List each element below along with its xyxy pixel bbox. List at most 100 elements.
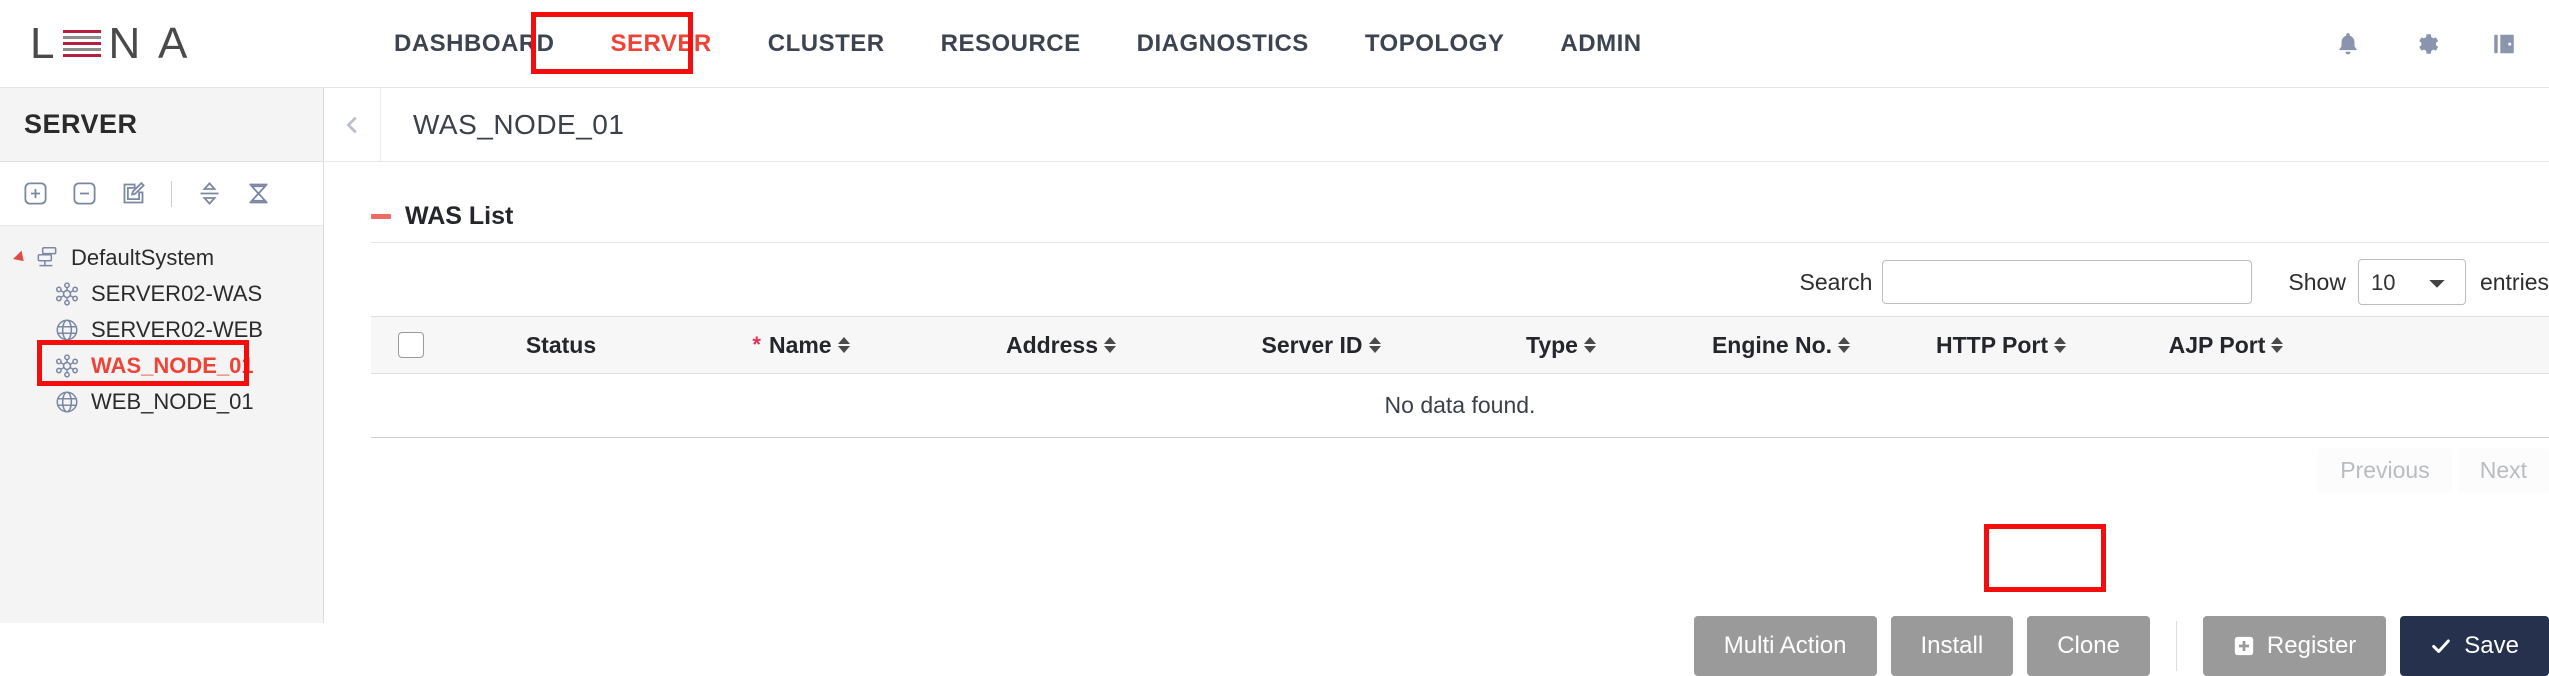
column-header-ajp-port[interactable]: AJP Port <box>2111 332 2341 359</box>
tree-item-web-node-01[interactable]: WEB_NODE_01 <box>0 384 323 420</box>
main-navigation: DASHBOARD SERVER CLUSTER RESOURCE DIAGNO… <box>366 0 1670 88</box>
column-label: Status <box>525 331 597 358</box>
sort-icon[interactable] <box>1368 337 1381 353</box>
top-bar: L N A DASHBOARD SERVER CLUSTER RESOURCE … <box>0 0 2549 88</box>
check-icon <box>2430 635 2452 657</box>
was-icon <box>54 281 80 307</box>
sidebar: SERVER DefaultSystem SERVER02-WAS SERVER… <box>0 88 324 623</box>
web-icon <box>54 317 80 343</box>
column-header-status: Status <box>451 332 671 359</box>
previous-page-button[interactable]: Previous <box>2318 448 2452 493</box>
logo-text-right: N A <box>108 18 192 68</box>
was-icon <box>54 353 80 379</box>
tree-item-server02-web[interactable]: SERVER02-WEB <box>0 312 323 348</box>
nav-item-resource[interactable]: RESOURCE <box>913 0 1109 88</box>
column-label: Server ID <box>1261 331 1363 358</box>
save-button[interactable]: Save <box>2400 616 2549 676</box>
section-divider <box>371 242 2549 243</box>
show-label: Show <box>2288 268 2346 295</box>
action-divider <box>2175 621 2177 671</box>
nav-item-cluster[interactable]: CLUSTER <box>740 0 913 88</box>
main-content: WAS_NODE_01 WAS List Search Show 10 entr… <box>325 87 2549 676</box>
save-button-label: Save <box>2464 632 2519 659</box>
select-all-header <box>371 332 451 358</box>
logo-text-left: L <box>30 18 59 68</box>
bell-icon[interactable] <box>2335 31 2361 57</box>
column-header-type[interactable]: Type <box>1451 332 1671 359</box>
system-icon <box>34 245 60 271</box>
toolbar-divider <box>171 180 172 207</box>
top-bar-icons <box>2335 31 2549 57</box>
web-icon <box>54 389 80 415</box>
search-input[interactable] <box>1882 260 2253 304</box>
section-header: WAS List <box>325 162 2549 231</box>
register-button-label: Register <box>2266 632 2357 659</box>
column-header-name[interactable]: * Name <box>671 332 931 359</box>
column-header-engine-no[interactable]: Engine No. <box>1671 332 1891 359</box>
chevron-left-icon[interactable] <box>325 87 381 162</box>
required-asterisk: * <box>752 332 761 357</box>
register-button[interactable]: Register <box>2202 616 2387 676</box>
column-header-server-id[interactable]: Server ID <box>1191 332 1451 359</box>
sidebar-toolbar <box>0 162 323 226</box>
remove-icon[interactable] <box>71 180 98 207</box>
section-collapse-icon[interactable] <box>371 214 391 219</box>
column-header-http-port[interactable]: HTTP Port <box>1891 332 2111 359</box>
nav-item-server[interactable]: SERVER <box>583 0 740 88</box>
app-logo[interactable]: L N A <box>0 0 324 88</box>
nav-item-dashboard[interactable]: DASHBOARD <box>366 0 583 88</box>
sort-icon[interactable] <box>2271 337 2284 353</box>
sort-icon[interactable] <box>1838 337 1851 353</box>
select-all-checkbox[interactable] <box>398 332 424 358</box>
server-tree: DefaultSystem SERVER02-WAS SERVER02-WEB … <box>0 226 323 420</box>
sort-icon[interactable] <box>1583 337 1596 353</box>
column-header-address[interactable]: Address <box>931 332 1191 359</box>
tree-item-was-node-01[interactable]: WAS_NODE_01 <box>0 348 323 384</box>
clone-button[interactable]: Clone <box>2027 616 2150 676</box>
tree-item-server02-was[interactable]: SERVER02-WAS <box>0 276 323 312</box>
multi-action-button[interactable]: Multi Action <box>1693 616 1877 676</box>
tree-item-label: SERVER02-WAS <box>91 281 263 306</box>
sort-icon[interactable] <box>1104 337 1117 353</box>
column-label: Type <box>1526 331 1578 358</box>
add-icon[interactable] <box>22 180 49 207</box>
column-label: AJP Port <box>2168 331 2266 358</box>
page-header: WAS_NODE_01 <box>325 87 2549 162</box>
nav-item-topology[interactable]: TOPOLOGY <box>1337 0 1533 88</box>
nav-item-admin[interactable]: ADMIN <box>1532 0 1669 88</box>
nav-item-diagnostics[interactable]: DIAGNOSTICS <box>1109 0 1337 88</box>
tree-item-defaultsystem[interactable]: DefaultSystem <box>0 240 323 276</box>
pagination: Previous Next <box>371 448 2549 493</box>
section-title: WAS List <box>405 202 514 230</box>
column-label: Engine No. <box>1711 331 1833 358</box>
tree-item-label: SERVER02-WEB <box>91 317 263 342</box>
install-button[interactable]: Install <box>1890 616 2014 676</box>
action-bar: Multi Action Install Clone Register Save <box>371 616 2549 676</box>
column-label: HTTP Port <box>1935 331 2049 358</box>
edit-icon[interactable] <box>120 180 147 207</box>
sort-icon[interactable] <box>837 337 850 353</box>
sort-icon[interactable] <box>2054 337 2067 353</box>
next-page-button[interactable]: Next <box>2457 448 2549 493</box>
gear-icon[interactable] <box>2413 31 2439 57</box>
column-label: Address <box>1005 331 1099 358</box>
collapse-all-icon[interactable] <box>245 180 272 207</box>
sidebar-title: SERVER <box>0 88 323 162</box>
entries-per-page-select[interactable]: 10 <box>2357 259 2466 305</box>
expand-collapse-icon[interactable] <box>196 180 223 207</box>
entries-label: entries <box>2479 268 2549 295</box>
tree-item-label: DefaultSystem <box>71 245 215 270</box>
tree-item-label: WAS_NODE_01 <box>91 353 254 378</box>
search-label: Search <box>1799 268 1873 295</box>
expand-caret-icon[interactable] <box>13 250 28 266</box>
logout-icon[interactable] <box>2491 31 2517 57</box>
tree-item-label: WEB_NODE_01 <box>91 389 254 414</box>
table-empty-row: No data found. <box>371 374 2549 438</box>
table-controls: Search Show 10 entries <box>371 256 2549 308</box>
column-label: Name <box>768 331 832 358</box>
page-title: WAS_NODE_01 <box>413 108 625 140</box>
was-list-table: Status * Name Address Server ID Type Eng… <box>371 316 2549 438</box>
table-header-row: Status * Name Address Server ID Type Eng… <box>371 316 2549 374</box>
lena-bars-icon <box>63 27 102 61</box>
plus-square-icon <box>2233 635 2255 657</box>
